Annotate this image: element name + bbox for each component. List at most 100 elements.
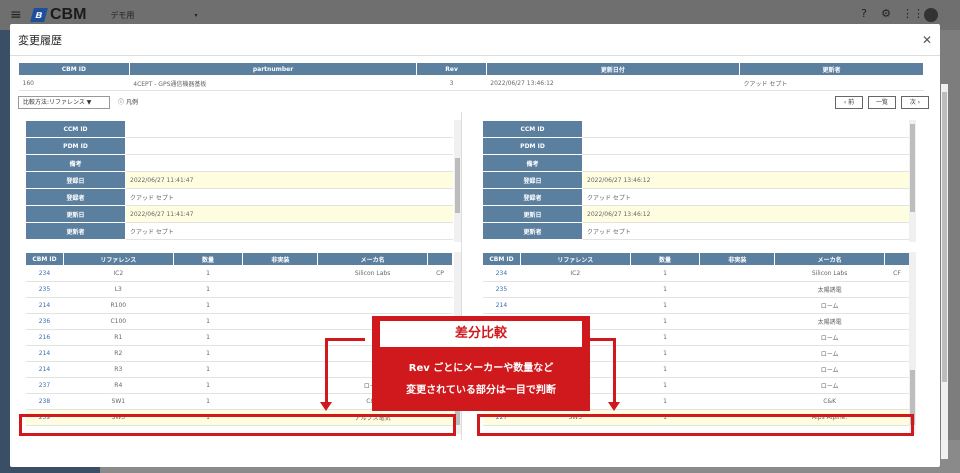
next-button[interactable]: 次 › [901,96,929,109]
list-button[interactable]: 一覧 [868,96,896,109]
table-cell: 1 [173,361,243,378]
cbm-id-link[interactable]: 237 [25,377,64,394]
table-cell: CP [427,265,453,282]
row-label: 登録者 [482,188,583,206]
table-row: 更新日 2022/06/27 11:41:47 [25,205,453,223]
table-row: 備考 [482,154,910,172]
table-cell [242,313,318,330]
table-cell: 1 [173,329,243,346]
right-parts-scrollbar[interactable] [909,252,916,434]
table-row[interactable]: 234 IC2 1 Silicon Labs CF [482,265,910,282]
modal-scrollbar[interactable] [941,84,948,459]
column-header: CBM ID [18,62,130,76]
gear-icon[interactable]: ⚙ [880,8,892,20]
cbm-id-link[interactable]: 214 [25,361,64,378]
table-row: 更新日 2022/06/27 13:46:12 [482,205,910,223]
column-header: リファレンス [519,252,631,266]
row-label: 登録者 [25,188,126,206]
table-cell: 1 [173,297,243,314]
logo-icon: ʙ [30,8,48,22]
table-cell [884,313,910,330]
table-cell [884,345,910,362]
column-header: 非実装 [242,252,319,266]
close-icon[interactable]: ✕ [922,33,932,47]
compare-method-select[interactable]: 比較方法:リファレンス ▼ [18,96,110,109]
row-value [125,137,453,155]
brand-logo[interactable]: ʙ CBM [30,6,87,24]
table-cell: Silicon Labs [317,265,428,282]
menu-icon[interactable]: ≡ [10,7,26,23]
cbm-id-link[interactable]: 216 [25,329,64,346]
cbm-id-link[interactable]: 236 [25,313,64,330]
cbm-id-link[interactable]: 214 [25,345,64,362]
table-cell [884,377,910,394]
table-cell: IC2 [520,265,631,282]
right-info-scrollbar[interactable] [909,120,916,242]
table-cell: 1 [630,329,700,346]
legend-button[interactable]: ⓘ 凡例 [118,97,138,106]
table-cell: ローム [774,361,885,378]
cbm-id-link[interactable]: 214 [25,297,64,314]
table-cell: SW1 [63,393,174,410]
cbm-id-link[interactable]: 234 [482,265,521,282]
table-cell: クアッド セプト [739,75,924,91]
row-value: クアッド セプト [125,188,453,206]
table-row: 備考 [25,154,453,172]
tenant-selector[interactable]: デモ用 [110,10,134,21]
row-label: CCM ID [25,120,126,138]
legend-label: 凡例 [125,99,138,106]
table-cell: R100 [63,297,174,314]
table-cell [699,281,775,298]
table-row[interactable]: 235 1 太陽誘電 [482,281,910,298]
cbm-id-link[interactable]: 238 [25,393,64,410]
table-cell: 1 [630,313,700,330]
table-cell: 1 [630,393,700,410]
table-cell: 1 [173,313,243,330]
column-header: メーカ名 [317,252,428,266]
table-row: 160 4CEPT - GPS通信機器基板 3 2022/06/27 13:46:12… [18,75,924,91]
left-info-panel: CCM ID PDM ID 備考 登録日 2022/06/27 11:41:47 登録者ク… [25,120,453,240]
table-cell: R2 [63,345,174,362]
table-row[interactable]: 234 IC2 1 Silicon Labs CP [25,265,453,282]
table-row: PDM ID [482,137,910,155]
row-value [582,137,910,155]
chevron-down-icon[interactable]: ▾ [194,12,197,19]
summary-table: CBM ID partnumber Rev 更新日付 更新者 160 4CEPT - GP… [18,62,925,91]
table-row: 登録者 クアッド セプト [482,188,910,206]
table-cell [317,281,428,298]
row-value [125,120,453,138]
cbm-id-link[interactable]: 235 [25,281,64,298]
column-header [883,252,911,266]
row-value [125,154,453,172]
table-cell: Silicon Labs [774,265,885,282]
help-icon[interactable]: ? [858,8,870,20]
table-cell [699,313,775,330]
table-row[interactable]: 235 L3 1 [25,281,453,298]
table-cell: 4CEPT - GPS通信機器基板 [129,75,417,91]
cbm-id-link[interactable]: 214 [482,297,521,314]
left-info-scrollbar[interactable] [454,120,461,242]
row-value: 2022/06/27 13:46:12 [582,205,910,223]
column-header: 数量 [172,252,244,266]
row-label: 備考 [482,154,583,172]
column-header: 非実装 [699,252,776,266]
table-cell [884,281,910,298]
table-cell [242,361,318,378]
table-cell [242,345,318,362]
brand-name: CBM [50,6,87,23]
table-cell [699,361,775,378]
table-cell [884,393,910,410]
table-row[interactable]: 214 1 ローム [482,297,910,314]
cbm-id-link[interactable]: 235 [482,281,521,298]
table-cell [520,281,631,298]
table-row[interactable]: 214 R100 1 [25,297,453,314]
prev-button[interactable]: ‹ 前 [835,96,863,109]
table-cell: CF [884,265,910,282]
apps-grid-icon[interactable]: ⋮⋮ [902,8,924,20]
table-cell: ローム [774,329,885,346]
avatar[interactable] [924,8,938,22]
table-cell [242,281,318,298]
row-value: クアッド セプト [582,188,910,206]
cbm-id-link[interactable]: 234 [25,265,64,282]
row-value: クアッド セプト [582,222,910,240]
